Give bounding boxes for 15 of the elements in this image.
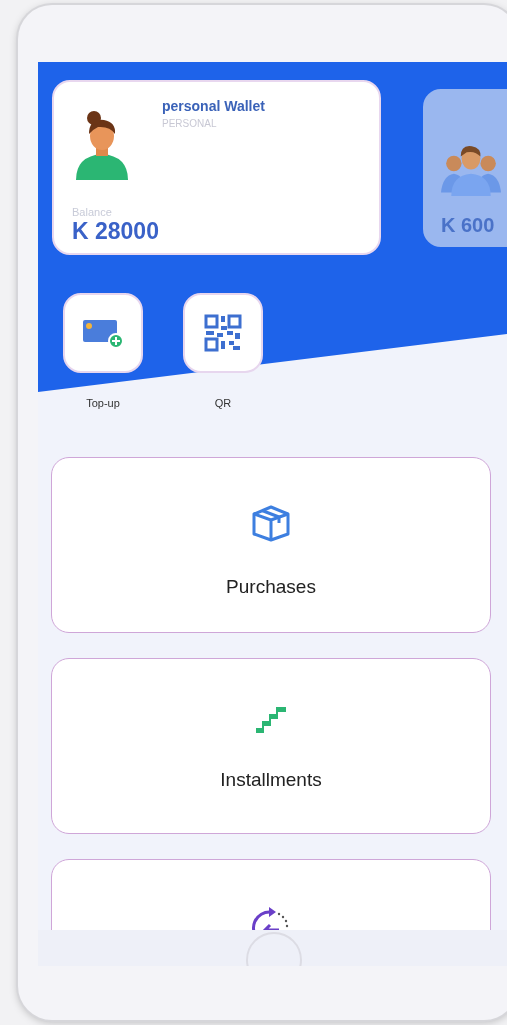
balance-amount: K 28000 xyxy=(72,218,160,245)
wallet-name: personal Wallet xyxy=(162,98,265,114)
menu-card[interactable]: Purchases xyxy=(51,457,491,633)
menu-label: Installments xyxy=(220,769,322,791)
box-icon xyxy=(251,504,291,542)
action-label: QR xyxy=(214,397,232,409)
stairs-icon xyxy=(254,705,288,735)
top-up-button[interactable] xyxy=(63,293,143,373)
balance-amount: K 600 xyxy=(441,213,496,237)
action-label: Top-up xyxy=(86,397,120,409)
card-plus-icon xyxy=(82,317,124,349)
qr-code-icon xyxy=(203,313,243,353)
qr-button[interactable] xyxy=(183,293,263,373)
menu-label: Purchases xyxy=(226,576,316,598)
menu-card[interactable]: Installments xyxy=(51,658,491,834)
